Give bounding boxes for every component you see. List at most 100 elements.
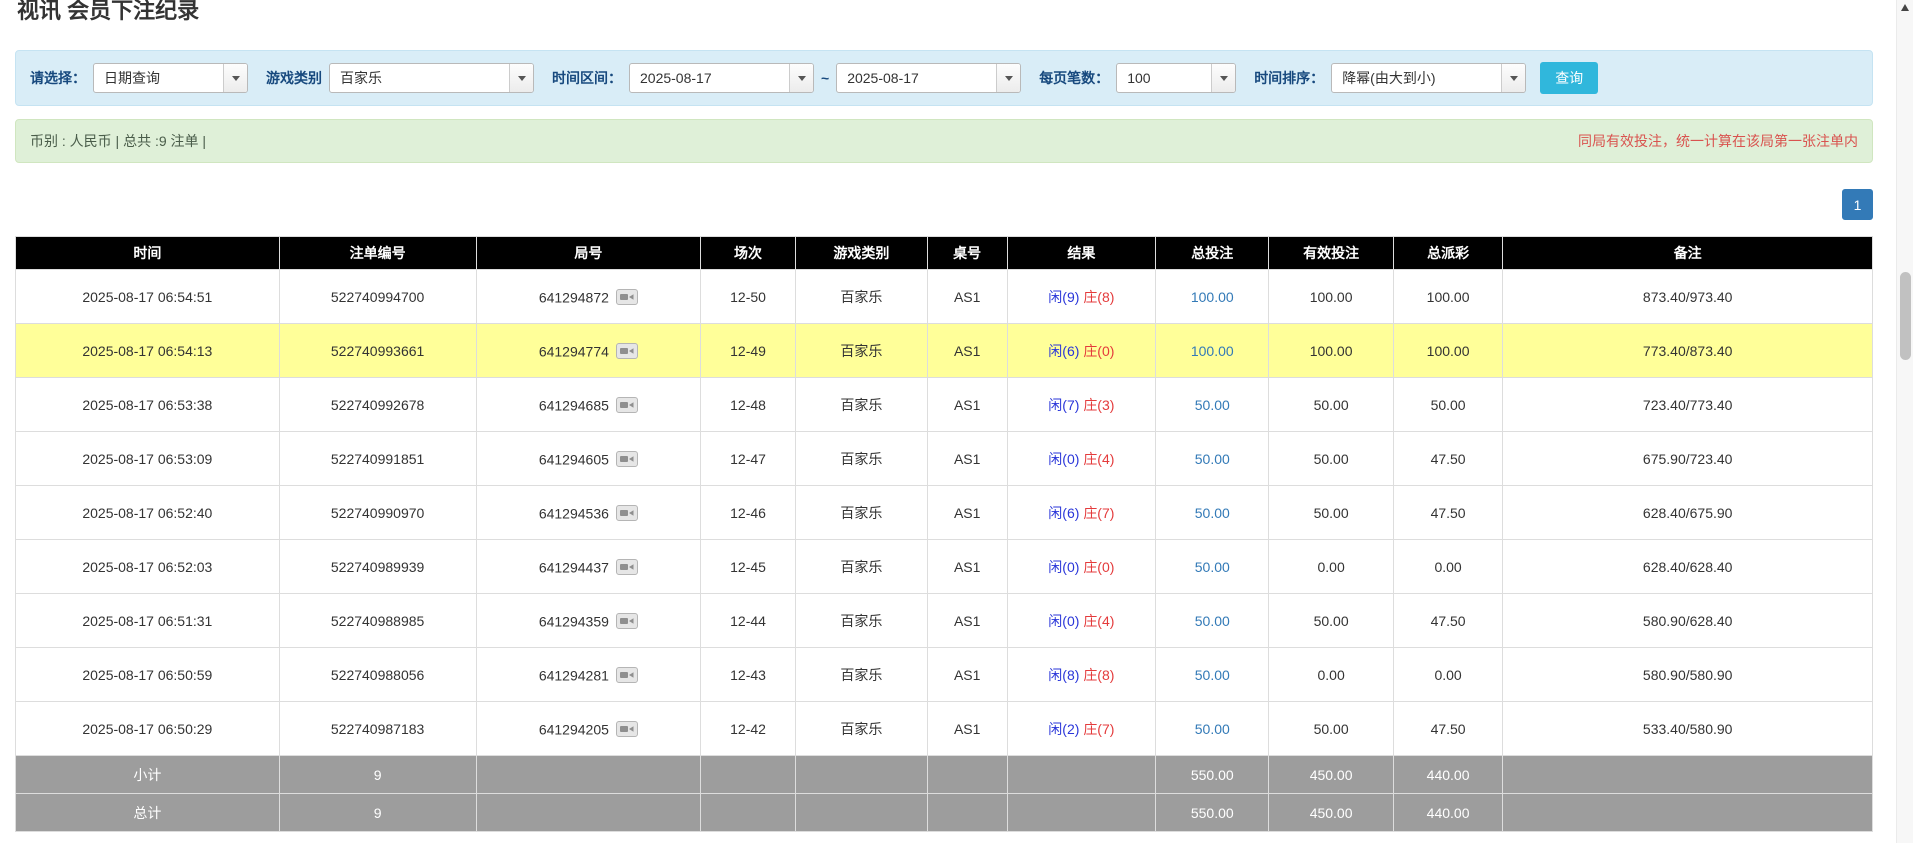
- cell-remark: 580.90/580.90: [1503, 648, 1873, 702]
- video-replay-icon[interactable]: [616, 451, 638, 467]
- cell-bet-id: 522740994700: [279, 270, 476, 324]
- summary-bar: 币别 : 人民币 | 总共 :9 注单 | 同局有效投注，统一计算在该局第一张注…: [15, 119, 1873, 163]
- cell-result: 闲(0) 庄(0): [1007, 540, 1156, 594]
- round-number: 641294774: [539, 343, 609, 359]
- total-bet-link[interactable]: 50.00: [1195, 505, 1230, 521]
- cell-total-bet: 100.00: [1156, 324, 1269, 378]
- chevron-down-icon[interactable]: [789, 64, 813, 92]
- col-header-time: 时间: [16, 237, 280, 270]
- cell-total-bet: 50.00: [1156, 486, 1269, 540]
- valid-bet: 50.00: [1314, 721, 1349, 737]
- total-bet-link[interactable]: 100.00: [1191, 343, 1234, 359]
- cell-table-no: AS1: [927, 540, 1007, 594]
- video-replay-icon[interactable]: [616, 289, 638, 305]
- payout: 100.00: [1427, 343, 1470, 359]
- total-bet-link[interactable]: 50.00: [1195, 451, 1230, 467]
- query-type-select[interactable]: 日期查询: [93, 63, 248, 93]
- vertical-scrollbar[interactable]: [1896, 0, 1913, 843]
- cell-bet-id: 522740990970: [279, 486, 476, 540]
- video-replay-icon[interactable]: [616, 397, 638, 413]
- total-bet-link[interactable]: 50.00: [1195, 397, 1230, 413]
- chevron-down-icon[interactable]: [509, 64, 533, 92]
- cell-valid-bet: 0.00: [1269, 540, 1393, 594]
- payout: 0.00: [1434, 667, 1461, 683]
- scroll-up-arrow-icon[interactable]: [1901, 4, 1909, 11]
- cell-total-bet: 50.00: [1156, 540, 1269, 594]
- round-number: 641294437: [539, 559, 609, 575]
- chevron-down-icon[interactable]: [1211, 64, 1235, 92]
- subtotal-label: 小计: [16, 756, 280, 794]
- cell-table-no: AS1: [927, 486, 1007, 540]
- footer-empty-cell: [701, 756, 796, 794]
- cell-payout: 100.00: [1393, 324, 1503, 378]
- video-replay-icon[interactable]: [616, 343, 638, 359]
- cell-result: 闲(2) 庄(7): [1007, 702, 1156, 756]
- date-range-label: 时间区间：: [552, 68, 622, 88]
- cell-total-bet: 50.00: [1156, 432, 1269, 486]
- cell-result: 闲(7) 庄(3): [1007, 378, 1156, 432]
- grand-total-label: 总计: [16, 794, 280, 832]
- cell-total-bet: 50.00: [1156, 648, 1269, 702]
- page-size-select[interactable]: 100: [1116, 63, 1236, 93]
- video-replay-icon[interactable]: [616, 613, 638, 629]
- cell-session: 12-42: [701, 702, 796, 756]
- session-number: 12-47: [730, 451, 766, 467]
- game-type-select[interactable]: 百家乐: [329, 63, 534, 93]
- cell-game-type: 百家乐: [795, 270, 927, 324]
- date-to-select[interactable]: 2025-08-17: [836, 63, 1021, 93]
- bet-records-table: 时间 注单编号 局号 场次 游戏类别 桌号 结果 总投注 有效投注 总派彩 备注…: [15, 236, 1873, 832]
- scrollbar-thumb[interactable]: [1900, 272, 1911, 360]
- bet-time: 2025-08-17 06:53:09: [82, 451, 212, 467]
- table-row: 2025-08-17 06:53:38 522740992678 6412946…: [16, 378, 1873, 432]
- cell-game-type: 百家乐: [795, 432, 927, 486]
- table-number: AS1: [954, 505, 980, 521]
- result-player: 闲(7): [1048, 397, 1079, 413]
- chevron-down-icon[interactable]: [223, 64, 247, 92]
- col-header-session: 场次: [701, 237, 796, 270]
- col-header-remark: 备注: [1503, 237, 1873, 270]
- query-type-value: 日期查询: [94, 64, 223, 92]
- payout: 47.50: [1431, 613, 1466, 629]
- total-bet-link[interactable]: 50.00: [1195, 559, 1230, 575]
- result-banker: 庄(8): [1083, 667, 1114, 683]
- grand-total-payout: 440.00: [1393, 794, 1503, 832]
- total-bet-link[interactable]: 50.00: [1195, 721, 1230, 737]
- sort-order-select[interactable]: 降幂(由大到小): [1331, 63, 1526, 93]
- cell-remark: 580.90/628.40: [1503, 594, 1873, 648]
- date-from-select[interactable]: 2025-08-17: [629, 63, 814, 93]
- cell-payout: 100.00: [1393, 270, 1503, 324]
- video-replay-icon[interactable]: [616, 559, 638, 575]
- total-bet-link[interactable]: 100.00: [1191, 289, 1234, 305]
- cell-remark: 873.40/973.40: [1503, 270, 1873, 324]
- cell-session: 12-50: [701, 270, 796, 324]
- video-replay-icon[interactable]: [616, 721, 638, 737]
- col-header-table-no: 桌号: [927, 237, 1007, 270]
- cell-remark: 533.40/580.90: [1503, 702, 1873, 756]
- cell-total-bet: 50.00: [1156, 702, 1269, 756]
- video-replay-icon[interactable]: [616, 667, 638, 683]
- video-replay-icon[interactable]: [616, 505, 638, 521]
- cell-game-type: 百家乐: [795, 378, 927, 432]
- table-row: 2025-08-17 06:50:29 522740987183 6412942…: [16, 702, 1873, 756]
- bet-time: 2025-08-17 06:52:03: [82, 559, 212, 575]
- date-to-value: 2025-08-17: [837, 64, 996, 92]
- table-row: 2025-08-17 06:52:40 522740990970 6412945…: [16, 486, 1873, 540]
- sort-order-label: 时间排序：: [1254, 68, 1324, 88]
- bet-time: 2025-08-17 06:54:51: [82, 289, 212, 305]
- total-bet-link[interactable]: 50.00: [1195, 667, 1230, 683]
- chevron-down-icon[interactable]: [996, 64, 1020, 92]
- session-number: 12-48: [730, 397, 766, 413]
- subtotal-row: 小计 9 550.00 450.00 440.00: [16, 756, 1873, 794]
- chevron-down-icon[interactable]: [1501, 64, 1525, 92]
- search-button[interactable]: 查询: [1540, 62, 1598, 94]
- cell-round: 641294685: [476, 378, 701, 432]
- cell-remark: 675.90/723.40: [1503, 432, 1873, 486]
- page-button-1[interactable]: 1: [1842, 189, 1873, 220]
- sort-order-value: 降幂(由大到小): [1332, 64, 1501, 92]
- cell-table-no: AS1: [927, 324, 1007, 378]
- page-content: 视讯 会员下注纪录 请选择： 日期查询 游戏类别 百家乐 时间区间： 2025-…: [0, 0, 1913, 832]
- bet-time: 2025-08-17 06:54:13: [82, 343, 212, 359]
- total-bet-link[interactable]: 50.00: [1195, 613, 1230, 629]
- bet-time: 2025-08-17 06:50:29: [82, 721, 212, 737]
- table-number: AS1: [954, 343, 980, 359]
